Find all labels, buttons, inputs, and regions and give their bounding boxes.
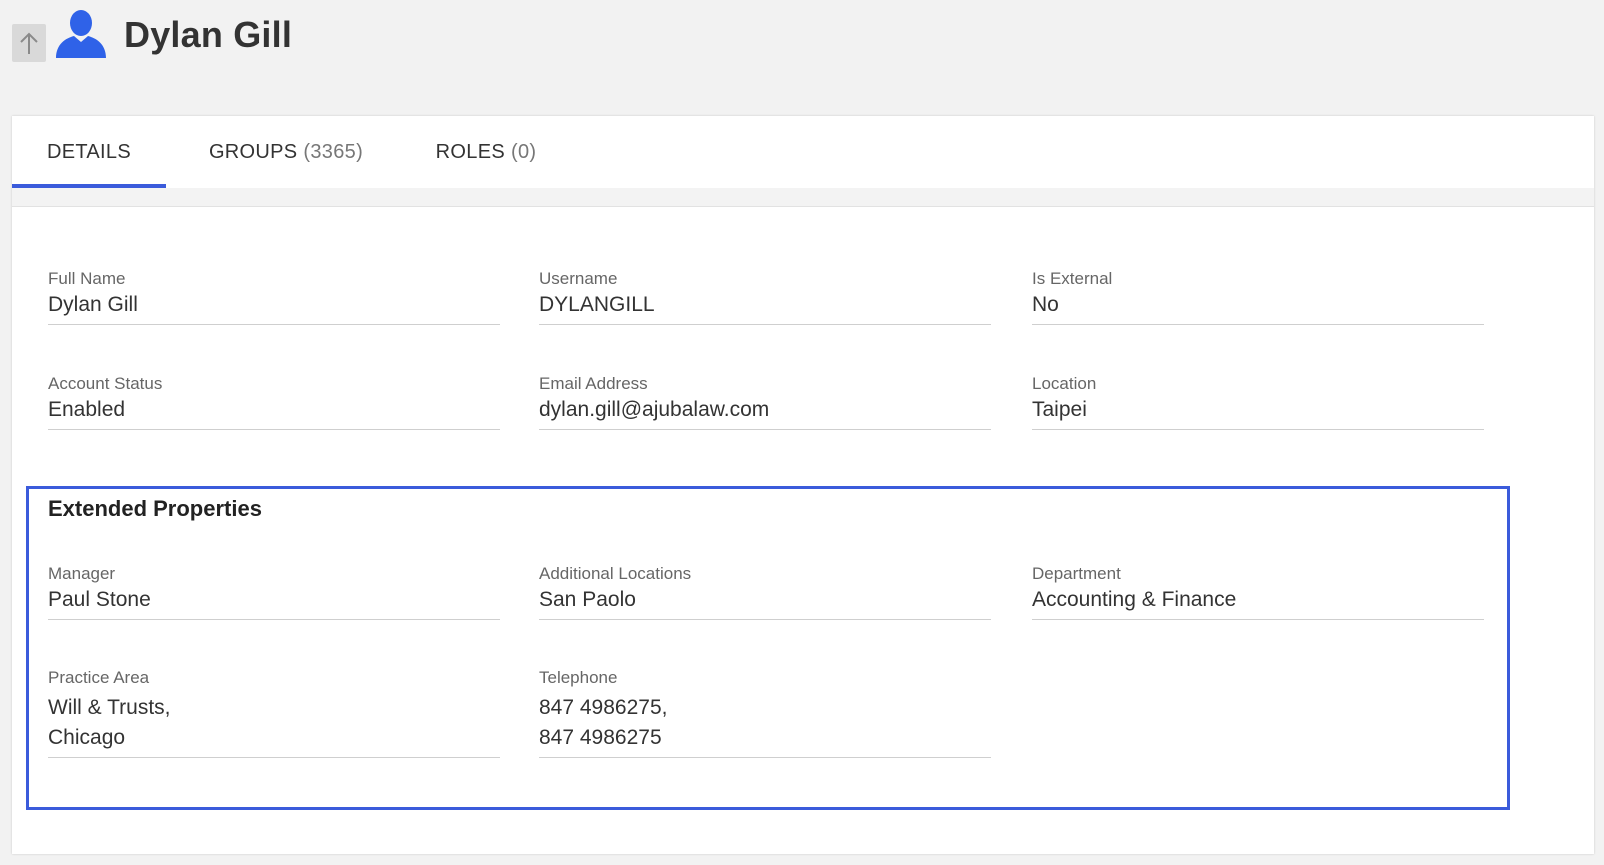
account-status-label: Account Status (48, 374, 163, 393)
full-name-value: Dylan Gill (48, 293, 138, 316)
email-field: Email Address dylan.gill@ajubalaw.com (539, 373, 991, 430)
tab-details[interactable]: DETAILS (12, 116, 166, 188)
username-field: Username DYLANGILL (539, 268, 991, 325)
telephone-field: Telephone 847 4986275, 847 4986275 (539, 667, 991, 758)
is-external-field: Is External No (1032, 268, 1484, 325)
manager-label: Manager (48, 564, 116, 583)
location-label: Location (1032, 374, 1097, 393)
telephone-label: Telephone (539, 668, 618, 687)
is-external-label: Is External (1032, 269, 1113, 288)
tab-roles[interactable]: ROLES (0) (416, 116, 556, 188)
navigate-up-button[interactable] (12, 24, 46, 62)
telephone-value: 847 4986275, 847 4986275 (539, 696, 668, 749)
page-title: Dylan Gill (124, 14, 293, 55)
tab-roles-count: (0) (510, 140, 537, 163)
location-value: Taipei (1032, 398, 1087, 421)
manager-value: Paul Stone (48, 588, 151, 611)
username-label: Username (539, 269, 618, 288)
arrow-up-icon (20, 32, 38, 54)
tabs-divider (12, 188, 1594, 207)
account-status-field: Account Status Enabled (48, 373, 500, 430)
practice-area-value: Will & Trusts, Chicago (48, 696, 171, 749)
tab-details-label: DETAILS (47, 140, 131, 163)
department-field: Department Accounting & Finance (1032, 563, 1484, 620)
tab-groups-label: GROUPS (208, 140, 298, 163)
tab-groups[interactable]: GROUPS (3365) (176, 116, 396, 188)
tab-roles-label: ROLES (435, 140, 505, 163)
page-header: Dylan Gill (0, 0, 1604, 116)
extended-properties-title: Extended Properties (48, 496, 262, 521)
extended-properties-section (26, 486, 1510, 810)
email-value: dylan.gill@ajubalaw.com (539, 398, 770, 421)
practice-area-label: Practice Area (48, 668, 150, 687)
practice-area-field: Practice Area Will & Trusts, Chicago (48, 667, 500, 758)
department-label: Department (1032, 564, 1121, 583)
additional-locations-field: Additional Locations San Paolo (539, 563, 991, 620)
location-field: Location Taipei (1032, 373, 1484, 430)
manager-field: Manager Paul Stone (48, 563, 500, 620)
username-value: DYLANGILL (539, 293, 655, 316)
user-icon (56, 10, 106, 58)
user-detail-card: DETAILS GROUPS (3365) ROLES (0) Full Nam… (12, 116, 1594, 854)
full-name-label: Full Name (48, 269, 126, 288)
tab-bar: DETAILS GROUPS (3365) ROLES (0) (12, 116, 1594, 188)
account-status-value: Enabled (48, 398, 126, 421)
tab-groups-count: (3365) (303, 140, 364, 163)
additional-locations-value: San Paolo (539, 588, 636, 611)
department-value: Accounting & Finance (1032, 588, 1237, 611)
email-label: Email Address (539, 374, 648, 393)
additional-locations-label: Additional Locations (539, 564, 692, 583)
is-external-value: No (1032, 293, 1059, 316)
full-name-field: Full Name Dylan Gill (48, 268, 500, 325)
